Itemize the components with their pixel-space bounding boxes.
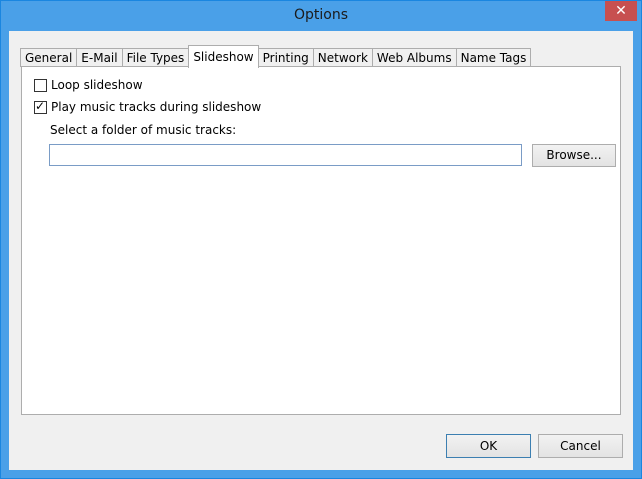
- play-music-option[interactable]: ✓ Play music tracks during slideshow: [34, 98, 261, 114]
- loop-slideshow-label[interactable]: Loop slideshow: [51, 78, 143, 92]
- tab-strip: General E-Mail File Types Slideshow Prin…: [20, 45, 532, 68]
- tab-web-albums[interactable]: Web Albums: [371, 48, 456, 67]
- slideshow-panel: Loop slideshow ✓ Play music tracks durin…: [21, 66, 621, 415]
- music-folder-label: Select a folder of music tracks:: [50, 123, 237, 137]
- tab-network[interactable]: Network: [312, 48, 372, 67]
- tab-file-types[interactable]: File Types: [121, 48, 189, 67]
- loop-slideshow-checkbox[interactable]: [34, 78, 47, 92]
- cancel-button[interactable]: Cancel: [538, 434, 623, 458]
- tab-printing[interactable]: Printing: [258, 48, 313, 67]
- ok-button[interactable]: OK: [446, 434, 531, 458]
- options-window: Options ✕ General E-Mail File Types Slid…: [0, 0, 642, 479]
- tab-slideshow[interactable]: Slideshow: [188, 45, 259, 68]
- close-icon[interactable]: ✕: [605, 1, 637, 21]
- tab-email[interactable]: E-Mail: [76, 48, 122, 67]
- dialog-client-area: General E-Mail File Types Slideshow Prin…: [9, 31, 633, 470]
- play-music-label[interactable]: Play music tracks during slideshow: [51, 100, 261, 114]
- play-music-checkbox[interactable]: ✓: [34, 98, 47, 114]
- loop-slideshow-option[interactable]: Loop slideshow: [34, 78, 143, 92]
- browse-button[interactable]: Browse...: [532, 144, 616, 167]
- music-folder-input[interactable]: [49, 144, 522, 166]
- title-bar[interactable]: Options ✕: [1, 1, 641, 31]
- checkmark-icon: ✓: [35, 98, 46, 113]
- tab-name-tags[interactable]: Name Tags: [455, 48, 532, 67]
- window-title: Options: [293, 7, 349, 23]
- tab-general[interactable]: General: [20, 48, 77, 67]
